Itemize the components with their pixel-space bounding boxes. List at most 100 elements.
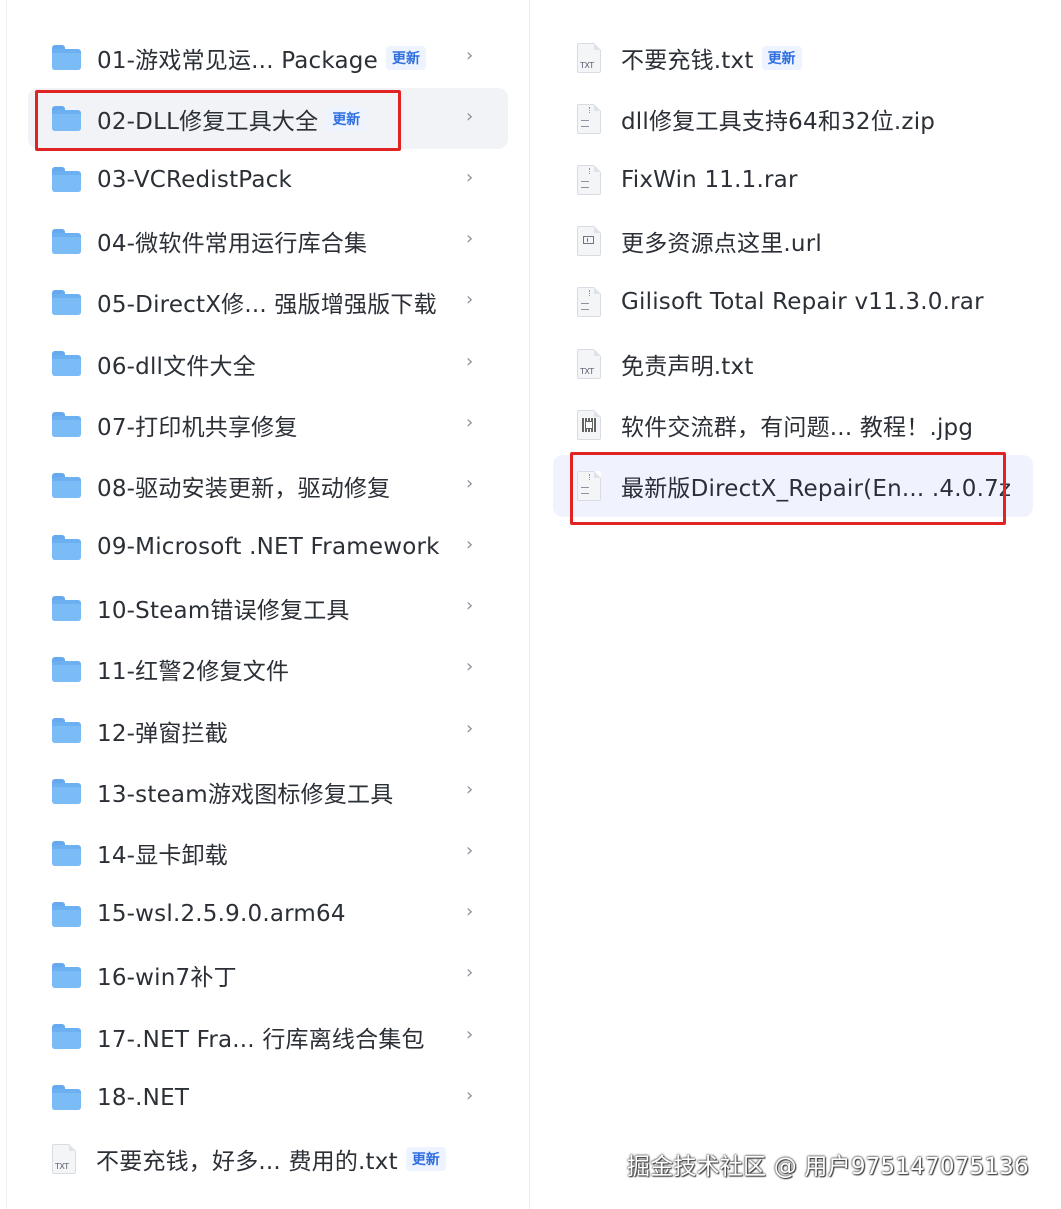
item-name: 11-红警2修复文件 <box>97 659 290 686</box>
folder-icon <box>52 289 81 315</box>
chevron-right-icon: › <box>466 472 474 494</box>
list-item[interactable]: 07-打印机共享修复 › <box>28 394 508 455</box>
image-file-icon <box>577 409 601 440</box>
item-name: 免责声明.txt <box>621 353 754 380</box>
item-name: FixWin 11.1.rar <box>621 166 798 193</box>
archive-file-icon <box>577 164 601 195</box>
chevron-right-icon: › <box>466 1084 474 1106</box>
file-list-pane: TXT 不要充钱.txt 更新 dll修复工具支持64和32位.zip FixW… <box>553 27 1033 517</box>
list-item[interactable]: 更多资源点这里.url <box>553 211 1033 272</box>
folder-icon <box>52 840 81 866</box>
chevron-right-icon: › <box>466 656 474 678</box>
item-name: 13-steam游戏图标修复工具 <box>97 781 394 808</box>
folder-icon <box>52 1085 81 1111</box>
item-name: 15-wsl.2.5.9.0.arm64 <box>97 901 346 928</box>
list-item[interactable]: TXT 不要充钱.txt 更新 <box>553 27 1033 88</box>
item-name: 06-dll文件大全 <box>97 353 256 380</box>
chevron-right-icon: › <box>466 534 474 556</box>
folder-icon <box>52 412 81 438</box>
item-name: 不要充钱，好多... 费用的.txt <box>96 1148 398 1175</box>
chevron-right-icon: › <box>466 289 474 311</box>
list-item[interactable]: 16-win7补丁 › <box>28 945 508 1006</box>
list-item[interactable]: 12-弹窗拦截 › <box>28 700 508 761</box>
item-name: 10-Steam错误修复工具 <box>97 598 350 625</box>
list-item[interactable]: 09-Microsoft .NET Framework › <box>28 517 508 578</box>
list-item[interactable]: 15-wsl.2.5.9.0.arm64 › <box>28 884 508 945</box>
list-item[interactable]: 14-显卡卸载 › <box>28 822 508 883</box>
list-item[interactable]: dll修复工具支持64和32位.zip <box>553 88 1033 149</box>
chevron-right-icon: › <box>466 44 474 66</box>
update-badge: 更新 <box>326 106 367 131</box>
item-name: 04-微软件常用运行库合集 <box>97 231 368 258</box>
url-file-icon <box>577 226 601 257</box>
folder-icon <box>52 1024 81 1050</box>
chevron-right-icon: › <box>466 595 474 617</box>
list-item[interactable]: 03-VCRedistPack › <box>28 149 508 210</box>
item-name: 最新版DirectX_Repair(En... .4.0.7z <box>621 475 1012 502</box>
list-item[interactable]: 17-.NET Fra... 行库离线合集包 › <box>28 1006 508 1067</box>
list-item[interactable]: TXT 不要充钱，好多... 费用的.txt 更新 <box>28 1128 508 1189</box>
update-badge: 更新 <box>405 1146 446 1171</box>
folder-icon <box>52 228 81 254</box>
item-name: 16-win7补丁 <box>97 965 237 992</box>
chevron-right-icon: › <box>466 228 474 250</box>
list-item[interactable]: 01-游戏常见运... Package 更新 › <box>28 27 508 88</box>
item-name: 14-显卡卸载 <box>97 843 228 870</box>
chevron-right-icon: › <box>466 962 474 984</box>
chevron-right-icon: › <box>466 350 474 372</box>
folder-icon <box>52 473 81 499</box>
folder-icon <box>52 901 81 927</box>
list-item[interactable]: 13-steam游戏图标修复工具 › <box>28 761 508 822</box>
txt-file-icon: TXT <box>52 1143 76 1174</box>
folder-icon <box>52 534 81 560</box>
item-name: 17-.NET Fra... 行库离线合集包 <box>97 1026 425 1053</box>
chevron-right-icon: › <box>466 778 474 800</box>
txt-file-icon: TXT <box>577 348 601 379</box>
chevron-right-icon: › <box>466 166 474 188</box>
watermark: 掘金技术社区 @ 用户975147075136 <box>627 1154 1029 1180</box>
list-item[interactable]: 08-驱动安装更新，驱动修复 › <box>28 455 508 516</box>
item-name: 12-弹窗拦截 <box>97 720 228 747</box>
list-item[interactable]: 05-DirectX修... 强版增强版下载 › <box>28 272 508 333</box>
list-item[interactable]: 11-红警2修复文件 › <box>28 639 508 700</box>
item-name: 02-DLL修复工具大全 <box>97 108 319 135</box>
list-item[interactable]: 10-Steam错误修复工具 › <box>28 578 508 639</box>
list-item[interactable]: FixWin 11.1.rar <box>553 149 1033 210</box>
list-item-selected[interactable]: 最新版DirectX_Repair(En... .4.0.7z <box>553 455 1033 517</box>
item-name: 05-DirectX修... 强版增强版下载 <box>97 292 437 319</box>
window-edge <box>6 0 7 1209</box>
list-item[interactable]: 软件交流群，有问题... 教程！.jpg <box>553 394 1033 455</box>
folder-icon <box>52 962 81 988</box>
chevron-right-icon: › <box>466 105 474 127</box>
pane-divider <box>529 0 530 1209</box>
folder-icon <box>52 351 81 377</box>
list-item[interactable]: Gilisoft Total Repair v11.3.0.rar <box>553 272 1033 333</box>
item-name: dll修复工具支持64和32位.zip <box>621 108 936 135</box>
folder-icon <box>52 167 81 193</box>
update-badge: 更新 <box>385 45 426 70</box>
folder-list-pane: 01-游戏常见运... Package 更新 › 02-DLL修复工具大全 更新… <box>28 27 508 1190</box>
folder-icon <box>52 106 81 132</box>
chevron-right-icon: › <box>466 717 474 739</box>
list-item[interactable]: 04-微软件常用运行库合集 › <box>28 211 508 272</box>
chevron-right-icon: › <box>466 901 474 923</box>
list-item-selected[interactable]: 02-DLL修复工具大全 更新 › <box>28 88 508 150</box>
item-name: 01-游戏常见运... Package <box>97 47 378 74</box>
list-item[interactable]: 06-dll文件大全 › <box>28 333 508 394</box>
item-name: 18-.NET <box>97 1084 190 1111</box>
txt-file-icon: TXT <box>577 42 601 73</box>
item-name: 更多资源点这里.url <box>621 231 822 258</box>
item-name: 不要充钱.txt <box>621 47 754 74</box>
chevron-right-icon: › <box>466 411 474 433</box>
chevron-right-icon: › <box>466 1023 474 1045</box>
folder-icon <box>52 45 81 71</box>
archive-file-icon <box>577 103 601 134</box>
list-item[interactable]: 18-.NET › <box>28 1067 508 1128</box>
chevron-right-icon: › <box>466 840 474 862</box>
item-name: Gilisoft Total Repair v11.3.0.rar <box>621 289 984 316</box>
item-name: 08-驱动安装更新，驱动修复 <box>97 475 391 502</box>
folder-icon <box>52 595 81 621</box>
item-name: 软件交流群，有问题... 教程！.jpg <box>621 414 974 441</box>
list-item[interactable]: TXT 免责声明.txt <box>553 333 1033 394</box>
update-badge: 更新 <box>761 45 802 70</box>
